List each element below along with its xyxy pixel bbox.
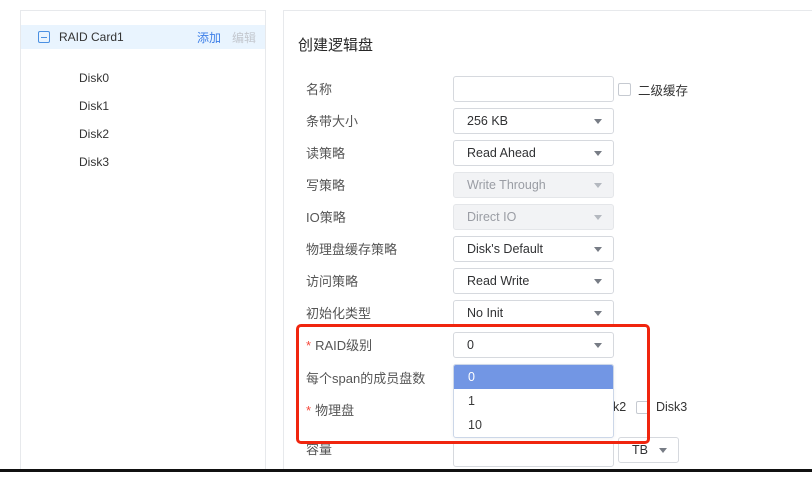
name-label: 名称 (306, 82, 332, 98)
collapse-minus-icon[interactable] (38, 31, 50, 43)
chevron-down-icon (594, 119, 602, 124)
raid-level-dropdown: 0 1 10 (453, 364, 614, 438)
capacity-label: 容量 (306, 442, 332, 458)
chevron-down-icon (594, 279, 602, 284)
tree-actions: 添加 编辑 (197, 29, 256, 46)
disk-cache-policy-label: 物理盘缓存策略 (306, 242, 397, 258)
stripe-size-select[interactable]: 256 KB (453, 108, 614, 134)
disk3-label: Disk3 (656, 400, 687, 414)
chevron-down-icon (594, 215, 602, 220)
capacity-unit-select[interactable]: TB (618, 437, 679, 463)
chevron-down-icon (594, 247, 602, 252)
chevron-down-icon (594, 183, 602, 188)
required-asterisk: * (306, 338, 311, 353)
init-type-value: No Init (467, 306, 503, 320)
create-logical-disk-panel: 创建逻辑盘 名称 二级缓存 条带大小 256 KB 读策略 Read Ahead… (283, 10, 812, 469)
physical-disks-label: *物理盘 (306, 403, 354, 419)
tree-node-disk2[interactable]: Disk2 (21, 120, 265, 148)
required-asterisk: * (306, 403, 311, 418)
access-policy-select[interactable]: Read Write (453, 268, 614, 294)
init-type-label: 初始化类型 (306, 306, 371, 322)
raid-level-label: *RAID级别 (306, 338, 372, 354)
write-policy-label: 写策略 (306, 178, 345, 194)
secondary-cache-label: 二级缓存 (638, 80, 688, 99)
capacity-input[interactable] (453, 441, 614, 467)
tree-node-raid-card1[interactable]: RAID Card1 添加 编辑 (21, 25, 265, 49)
tree-node-label: RAID Card1 (59, 30, 124, 44)
raid-level-value: 0 (467, 338, 474, 352)
init-type-select[interactable]: No Init (453, 300, 614, 326)
io-policy-value: Direct IO (467, 210, 516, 224)
checkbox-icon[interactable] (618, 83, 631, 96)
access-policy-value: Read Write (467, 274, 529, 288)
page-title: 创建逻辑盘 (298, 34, 373, 55)
dropdown-option-10[interactable]: 10 (454, 413, 613, 437)
add-link[interactable]: 添加 (197, 29, 221, 46)
stripe-size-label: 条带大小 (306, 114, 358, 130)
dropdown-option-0[interactable]: 0 (454, 365, 613, 389)
edit-link[interactable]: 编辑 (232, 29, 256, 46)
disk-cache-policy-value: Disk's Default (467, 242, 543, 256)
read-policy-value: Read Ahead (467, 146, 536, 160)
chevron-down-icon (594, 151, 602, 156)
write-policy-select: Write Through (453, 172, 614, 198)
raid-tree-sidebar: RAID Card1 添加 编辑 Disk0 Disk1 Disk2 Disk3 (20, 10, 266, 469)
name-input[interactable] (453, 76, 614, 102)
access-policy-label: 访问策略 (306, 274, 358, 290)
disk3-checkbox-item[interactable]: Disk3 (636, 400, 687, 414)
tree-node-disk0[interactable]: Disk0 (21, 64, 265, 92)
raid-level-select[interactable]: 0 (453, 332, 614, 358)
io-policy-select: Direct IO (453, 204, 614, 230)
tree-node-disk1[interactable]: Disk1 (21, 92, 265, 120)
read-policy-label: 读策略 (306, 146, 345, 162)
chevron-down-icon (594, 311, 602, 316)
read-policy-select[interactable]: Read Ahead (453, 140, 614, 166)
chevron-down-icon (594, 343, 602, 348)
disks-per-span-label: 每个span的成员盘数 (306, 371, 425, 387)
tree-node-disk3[interactable]: Disk3 (21, 148, 265, 176)
checkbox-icon[interactable] (636, 401, 649, 414)
stripe-size-value: 256 KB (467, 114, 508, 128)
chevron-down-icon (659, 448, 667, 453)
capacity-unit-value: TB (632, 443, 648, 457)
window-bottom-edge (0, 469, 812, 472)
io-policy-label: IO策略 (306, 210, 346, 226)
secondary-cache-checkbox-item[interactable]: 二级缓存 (618, 82, 688, 96)
disk-cache-policy-select[interactable]: Disk's Default (453, 236, 614, 262)
write-policy-value: Write Through (467, 178, 546, 192)
dropdown-option-1[interactable]: 1 (454, 389, 613, 413)
